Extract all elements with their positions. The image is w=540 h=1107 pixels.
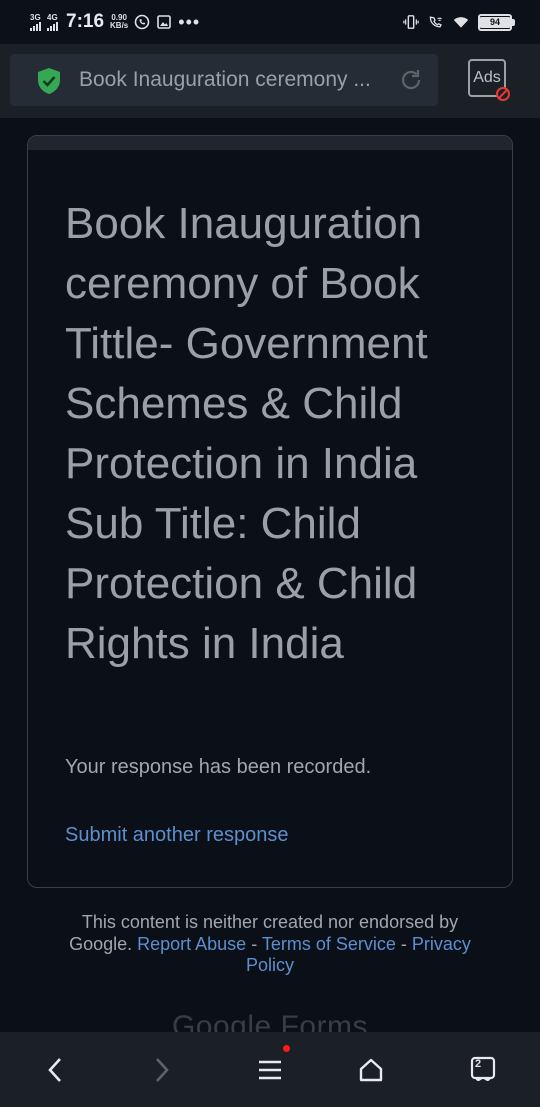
browser-toolbar: Book Inauguration ceremony ... Ads <box>0 44 540 118</box>
whatsapp-icon <box>134 14 150 30</box>
wifi-icon <box>453 14 469 30</box>
report-abuse-link[interactable]: Report Abuse <box>137 934 246 954</box>
wifi-call-icon <box>428 14 444 30</box>
back-button[interactable] <box>37 1052 73 1088</box>
hamburger-menu-icon <box>259 1060 281 1080</box>
network-type-2: 4G <box>47 12 58 22</box>
forward-button[interactable] <box>144 1052 180 1088</box>
forms-footer: This content is neither created nor endo… <box>60 912 480 977</box>
chevron-left-icon <box>48 1058 61 1082</box>
secure-shield-icon <box>38 68 60 94</box>
more-notifications-icon: ••• <box>178 12 201 32</box>
response-recorded-message: Your response has been recorded. <box>65 756 372 778</box>
home-icon <box>359 1058 383 1082</box>
page-title-in-address-bar: Book Inauguration ceremony ... <box>79 68 371 91</box>
gallery-icon <box>156 14 172 30</box>
menu-button[interactable] <box>252 1045 290 1088</box>
signal-3g-icon: 3G <box>30 12 41 31</box>
reload-icon[interactable] <box>398 67 424 93</box>
footer-separator: - <box>246 933 262 954</box>
open-tabs-count: 2 <box>474 1058 482 1070</box>
network-type-1: 3G <box>30 12 41 22</box>
form-response-card: Book Inauguration ceremony of Book Tittl… <box>27 135 513 888</box>
tabs-button[interactable]: 2 <box>465 1052 501 1088</box>
battery-level: 94 <box>480 16 510 28</box>
chevron-right-icon <box>156 1058 169 1082</box>
card-header-accent <box>28 136 512 150</box>
address-bar[interactable]: Book Inauguration ceremony ... <box>10 54 438 106</box>
submit-another-response-link[interactable]: Submit another response <box>65 824 288 847</box>
form-title: Book Inauguration ceremony of Book Tittl… <box>65 199 428 668</box>
browser-bottom-nav: 2 <box>0 1032 540 1107</box>
battery-icon: 94 <box>478 13 515 31</box>
home-button[interactable] <box>353 1052 389 1088</box>
vibrate-icon <box>403 14 419 30</box>
footer-separator: - <box>395 933 412 954</box>
speed-unit: KB/s <box>110 21 129 30</box>
signal-4g-icon: 4G <box>47 12 58 31</box>
ads-blocked-icon <box>496 87 510 101</box>
status-bar: 3G 4G 7:16 0.90 KB/s ••• 94 <box>0 0 540 44</box>
notification-dot <box>283 1045 290 1052</box>
clock: 7:16 <box>66 11 105 32</box>
terms-of-service-link[interactable]: Terms of Service <box>262 934 396 954</box>
network-speed: 0.90 KB/s <box>110 14 128 30</box>
